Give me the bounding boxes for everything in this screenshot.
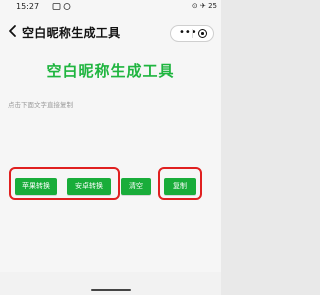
- close-icon[interactable]: [198, 29, 207, 38]
- home-indicator[interactable]: [91, 289, 131, 291]
- copy-hint-text[interactable]: 点击下面文字直接复制: [8, 99, 73, 109]
- capsule-divider: [192, 29, 193, 38]
- status-indicator-icons: [52, 3, 71, 10]
- system-nav-bar: [0, 272, 221, 295]
- status-time: 15:27: [16, 2, 40, 11]
- app-screen: 15:27 ⊙ ✈ 25 空白昵称生成工具 ••• 空白昵称生成工具 点击下面文…: [0, 0, 221, 295]
- page-title: 空白昵称生成工具: [22, 26, 121, 40]
- clear-button[interactable]: 清空: [121, 178, 151, 195]
- copy-button[interactable]: 复制: [164, 178, 196, 195]
- mini-program-capsule: •••: [170, 25, 214, 42]
- nav-header: 空白昵称生成工具 •••: [0, 14, 221, 50]
- more-icon[interactable]: •••: [179, 27, 197, 38]
- status-system-icons: ⊙ ✈ 25: [191, 2, 217, 10]
- status-bar: 15:27 ⊙ ✈ 25: [0, 0, 221, 14]
- apple-convert-button[interactable]: 苹果转换: [15, 178, 57, 195]
- android-convert-button[interactable]: 安卓转换: [67, 178, 111, 195]
- back-arrow-icon[interactable]: [6, 23, 20, 39]
- tool-heading: 空白昵称生成工具: [46, 62, 175, 80]
